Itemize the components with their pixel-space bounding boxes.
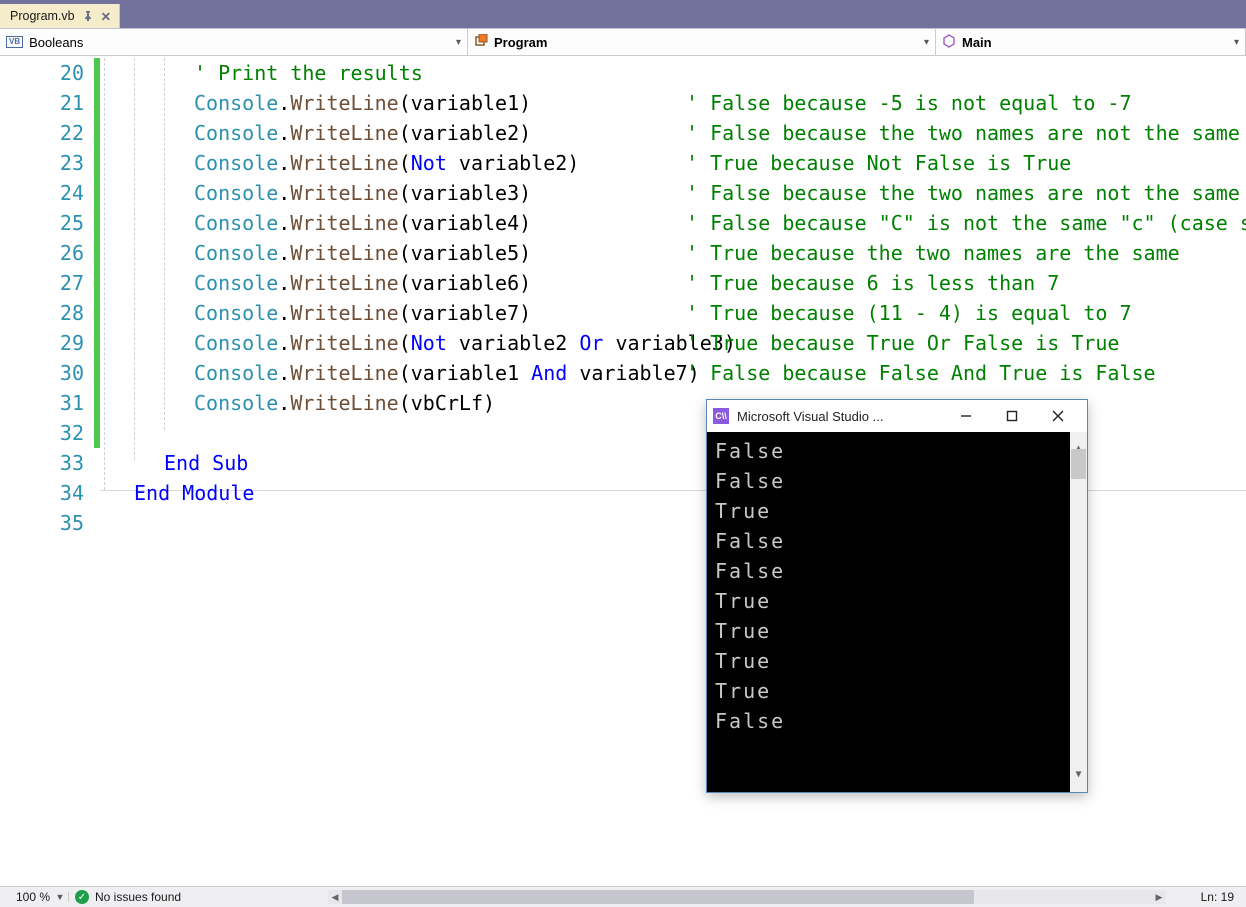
scroll-right-icon[interactable]: ▶ — [1152, 892, 1166, 903]
code-comment: ' False because False And True is False — [686, 358, 1156, 388]
member-dropdown[interactable]: Main ▾ — [936, 29, 1246, 55]
console-line: False — [715, 466, 1079, 496]
console-line: True — [715, 676, 1079, 706]
code-line[interactable]: ' Print the results — [100, 58, 1246, 88]
vb-project-icon: VB — [6, 36, 23, 48]
method-icon — [942, 34, 956, 51]
line-indicator: Ln: 19 — [1201, 890, 1234, 904]
debug-console-output[interactable]: ▲ ▼ FalseFalseTrueFalseFalseTrueTrueTrue… — [707, 432, 1087, 792]
code-comment: ' True because (11 - 4) is equal to 7 — [686, 298, 1132, 328]
console-line: True — [715, 496, 1079, 526]
code-line[interactable]: Console.WriteLine(Not variable2 Or varia… — [100, 328, 1246, 358]
code-comment: ' False because the two names are not th… — [686, 178, 1240, 208]
code-line[interactable]: Console.WriteLine(variable7)' True becau… — [100, 298, 1246, 328]
minimize-button[interactable] — [943, 401, 989, 431]
debug-console-titlebar[interactable]: C\\ Microsoft Visual Studio ... — [707, 400, 1087, 432]
console-line: False — [715, 556, 1079, 586]
line-number: 26 — [0, 238, 84, 268]
code-comment: ' True because Not False is True — [686, 148, 1071, 178]
status-bar: 100 % ▼ ✓ No issues found ◀ ▶ Ln: 19 — [0, 886, 1246, 907]
line-number: 21 — [0, 88, 84, 118]
close-button[interactable] — [1035, 401, 1081, 431]
code-line[interactable]: Console.WriteLine(variable1 And variable… — [100, 358, 1246, 388]
line-number: 27 — [0, 268, 84, 298]
scrollbar-thumb[interactable] — [1071, 449, 1086, 479]
line-number: 32 — [0, 418, 84, 448]
vs-app-icon: C\\ — [713, 408, 729, 424]
line-number: 28 — [0, 298, 84, 328]
line-number: 23 — [0, 148, 84, 178]
document-tab-label: Program.vb — [10, 9, 75, 23]
code-comment: ' False because the two names are not th… — [686, 118, 1240, 148]
close-tab-icon[interactable]: ✕ — [101, 9, 111, 24]
class-dropdown[interactable]: Program ▾ — [468, 29, 936, 55]
debug-console-title: Microsoft Visual Studio ... — [737, 409, 883, 424]
class-name: Program — [494, 35, 547, 50]
ok-check-icon: ✓ — [75, 890, 89, 904]
code-comment: ' True because True Or False is True — [686, 328, 1119, 358]
code-line[interactable]: Console.WriteLine(variable5)' True becau… — [100, 238, 1246, 268]
debug-console-window[interactable]: C\\ Microsoft Visual Studio ... ▲ ▼ Fals… — [706, 399, 1088, 793]
code-line[interactable]: Console.WriteLine(variable4)' False beca… — [100, 208, 1246, 238]
horizontal-scrollbar[interactable]: ◀ ▶ — [328, 890, 1166, 904]
line-number: 24 — [0, 178, 84, 208]
code-line[interactable]: Console.WriteLine(variable1)' False beca… — [100, 88, 1246, 118]
line-number: 34 — [0, 478, 84, 508]
line-number: 30 — [0, 358, 84, 388]
code-comment: ' True because the two names are the sam… — [686, 238, 1180, 268]
scroll-left-icon[interactable]: ◀ — [328, 892, 342, 903]
console-line: False — [715, 706, 1079, 736]
console-line: True — [715, 616, 1079, 646]
document-tab[interactable]: Program.vb ✕ — [0, 4, 120, 28]
chevron-down-icon: ▾ — [1234, 37, 1239, 48]
class-icon — [474, 34, 488, 51]
line-number: 31 — [0, 388, 84, 418]
zoom-level[interactable]: 100 % — [0, 890, 52, 904]
line-number: 20 — [0, 58, 84, 88]
issues-text: No issues found — [95, 890, 181, 904]
code-line[interactable]: Console.WriteLine(variable2)' False beca… — [100, 118, 1246, 148]
zoom-chevron-icon[interactable]: ▼ — [52, 892, 69, 902]
scroll-down-icon[interactable]: ▼ — [1075, 758, 1081, 792]
scope-name: Booleans — [29, 35, 83, 50]
pin-icon[interactable] — [83, 11, 93, 21]
console-scrollbar[interactable]: ▲ ▼ — [1070, 432, 1087, 792]
maximize-button[interactable] — [989, 401, 1035, 431]
code-line[interactable]: Console.WriteLine(Not variable2)' True b… — [100, 148, 1246, 178]
line-number: 35 — [0, 508, 84, 538]
line-number: 25 — [0, 208, 84, 238]
code-comment: ' True because 6 is less than 7 — [686, 268, 1059, 298]
code-comment: ' False because "C" is not the same "c" … — [686, 208, 1246, 238]
code-line[interactable]: Console.WriteLine(variable3)' False beca… — [100, 178, 1246, 208]
code-navigation-bar: VB Booleans ▾ Program ▾ Main ▾ — [0, 29, 1246, 56]
document-tab-strip: Program.vb ✕ — [0, 0, 1246, 29]
line-number-gutter: 20212223242526272829303132333435 — [0, 56, 94, 886]
console-line: True — [715, 586, 1079, 616]
scrollbar-thumb[interactable] — [342, 890, 974, 904]
line-number: 29 — [0, 328, 84, 358]
code-comment: ' False because -5 is not equal to -7 — [686, 88, 1132, 118]
scope-dropdown[interactable]: VB Booleans ▾ — [0, 29, 468, 55]
member-name: Main — [962, 35, 992, 50]
console-line: False — [715, 526, 1079, 556]
console-line: True — [715, 646, 1079, 676]
code-line[interactable]: Console.WriteLine(variable6)' True becau… — [100, 268, 1246, 298]
chevron-down-icon: ▾ — [924, 37, 929, 48]
line-number: 22 — [0, 118, 84, 148]
line-number: 33 — [0, 448, 84, 478]
console-line: False — [715, 436, 1079, 466]
chevron-down-icon: ▾ — [456, 37, 461, 48]
